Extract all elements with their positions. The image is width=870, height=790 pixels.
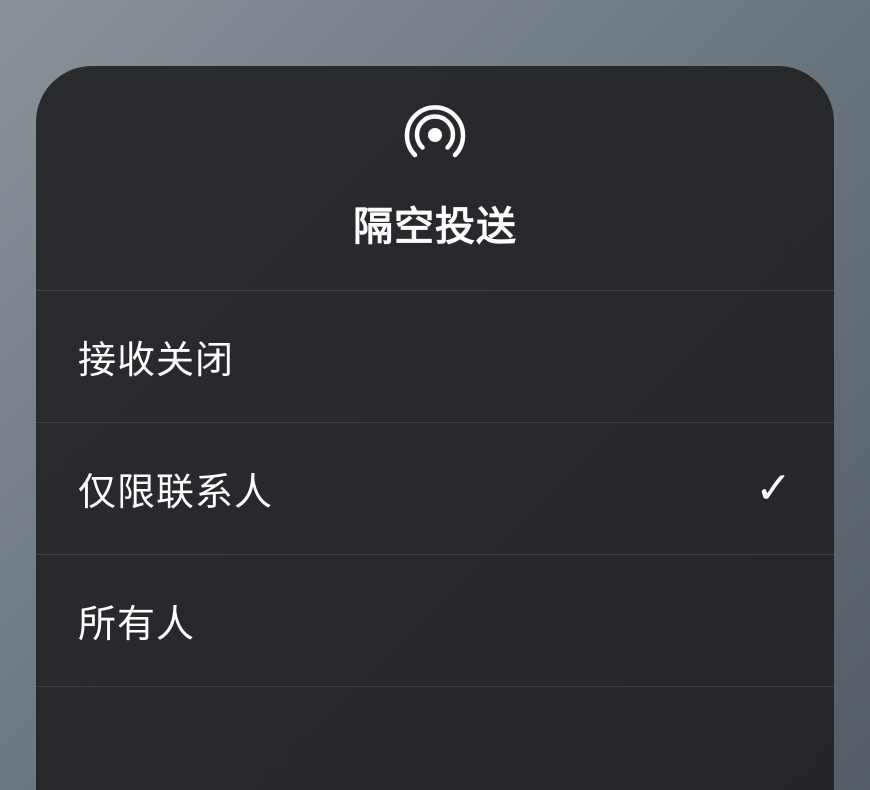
panel-header: 隔空投送 — [36, 66, 834, 291]
option-label: 所有人 — [78, 593, 195, 648]
option-receiving-off[interactable]: 接收关闭 ✓ — [36, 291, 834, 423]
checkmark-icon: ✓ — [755, 467, 792, 511]
options-list: 接收关闭 ✓ 仅限联系人 ✓ 所有人 ✓ — [36, 291, 834, 687]
airdrop-settings-panel: 隔空投送 接收关闭 ✓ 仅限联系人 ✓ 所有人 ✓ — [36, 66, 834, 790]
airdrop-icon — [404, 104, 466, 166]
option-everyone[interactable]: 所有人 ✓ — [36, 555, 834, 687]
option-label: 仅限联系人 — [78, 461, 273, 516]
panel-title: 隔空投送 — [353, 194, 517, 252]
option-contacts-only[interactable]: 仅限联系人 ✓ — [36, 423, 834, 555]
option-label: 接收关闭 — [78, 329, 234, 384]
